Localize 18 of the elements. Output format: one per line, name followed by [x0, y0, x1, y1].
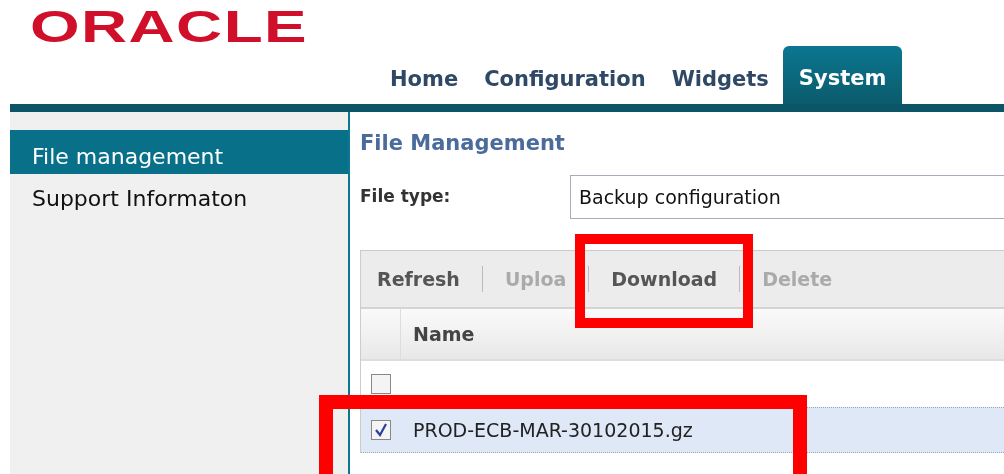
page-title: File Management: [360, 131, 565, 155]
nav-tab[interactable]: System: [782, 46, 903, 104]
field-label: File type:: [360, 185, 452, 209]
row-checkbox[interactable]: [371, 420, 391, 440]
oracle-logo: ORACLE: [30, 4, 309, 50]
checkmark-icon: [374, 423, 388, 437]
row-checkbox[interactable]: [371, 374, 391, 394]
nav-tab[interactable]: Configuration: [472, 56, 658, 104]
file-name: PROD-ECB-MAR-30102015.gz: [413, 417, 693, 443]
toolbar-button[interactable]: Refresh: [377, 264, 460, 294]
sidebar-item[interactable]: Support Informaton: [10, 174, 348, 218]
nav-tab[interactable]: Home: [378, 56, 471, 104]
nav-tab[interactable]: Widgets: [659, 56, 781, 104]
toolbar-button[interactable]: Download: [611, 264, 718, 294]
file-type-select[interactable]: Backup configuration: [570, 175, 1004, 219]
column-header[interactable]: Name: [401, 309, 475, 359]
table-row[interactable]: PROD-ECB-MAR-30102015.gz: [361, 407, 1004, 453]
sidebar-item[interactable]: File management: [10, 130, 348, 174]
